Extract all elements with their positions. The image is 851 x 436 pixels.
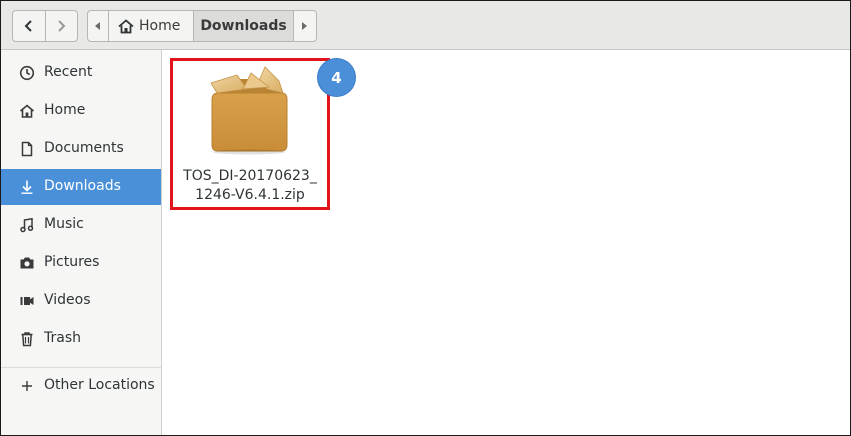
breadcrumb-home-label: Home — [139, 18, 181, 34]
file-item-zip[interactable]: TOS_DI-20170623_ 1246-V6.4.1.zip — [170, 58, 330, 210]
file-name-line: 1246-V6.4.1.zip — [195, 187, 305, 203]
callout-step-badge: 4 — [318, 59, 355, 96]
sidebar-item-label: Documents — [44, 140, 124, 156]
file-name-line: TOS_DI-20170623_ — [183, 168, 317, 184]
music-note-icon — [20, 217, 34, 233]
sidebar-item-pictures[interactable]: Pictures — [1, 245, 161, 281]
document-icon — [21, 141, 33, 157]
clock-icon — [19, 65, 35, 81]
path-scroll-right-button[interactable] — [293, 11, 314, 41]
sidebar-item-label: Home — [44, 102, 86, 118]
sidebar-item-label: Downloads — [44, 178, 121, 194]
file-name: TOS_DI-20170623_ 1246-V6.4.1.zip — [173, 167, 327, 205]
sidebar-item-recent[interactable]: Recent — [1, 55, 161, 91]
navigation-buttons — [12, 10, 78, 42]
triangle-right-icon — [302, 22, 307, 30]
trash-icon — [21, 332, 33, 347]
sidebar-item-other-locations[interactable]: Other Locations — [1, 368, 161, 404]
back-button[interactable] — [13, 11, 45, 41]
sidebar-item-home[interactable]: Home — [1, 93, 161, 129]
chevron-left-icon — [24, 20, 32, 32]
breadcrumb-downloads-label: Downloads — [200, 18, 287, 34]
path-bar: Home Downloads — [87, 10, 317, 42]
sidebar-item-trash[interactable]: Trash — [1, 321, 161, 357]
package-icon — [210, 66, 288, 155]
header-bar: Home Downloads — [1, 1, 850, 50]
file-view: TOS_DI-20170623_ 1246-V6.4.1.zip 4 — [162, 50, 850, 435]
camera-icon — [20, 257, 34, 269]
sidebar-item-label: Other Locations — [44, 377, 155, 393]
film-icon — [20, 297, 34, 305]
sidebar-item-documents[interactable]: Documents — [1, 131, 161, 167]
breadcrumb-downloads[interactable]: Downloads — [193, 11, 293, 41]
sidebar-item-label: Recent — [44, 64, 93, 80]
sidebar-item-music[interactable]: Music — [1, 207, 161, 243]
file-manager-window: Home Downloads Recent Home Documents Dow… — [0, 0, 851, 436]
home-icon — [118, 18, 134, 33]
sidebar-item-downloads[interactable]: Downloads — [1, 169, 161, 205]
sidebar-item-videos[interactable]: Videos — [1, 283, 161, 319]
plus-icon — [22, 381, 32, 391]
sidebar-item-label: Videos — [44, 292, 91, 308]
sidebar-item-label: Trash — [44, 330, 81, 346]
download-icon — [21, 180, 33, 194]
triangle-left-icon — [95, 22, 100, 30]
places-sidebar: Recent Home Documents Downloads Music Pi… — [1, 50, 162, 435]
chevron-right-icon — [58, 20, 66, 32]
forward-button[interactable] — [44, 11, 78, 41]
home-icon — [19, 104, 35, 118]
path-scroll-left-button[interactable] — [88, 11, 109, 41]
breadcrumb-home[interactable]: Home — [109, 11, 193, 41]
sidebar-item-label: Music — [44, 216, 84, 232]
sidebar-item-label: Pictures — [44, 254, 100, 270]
